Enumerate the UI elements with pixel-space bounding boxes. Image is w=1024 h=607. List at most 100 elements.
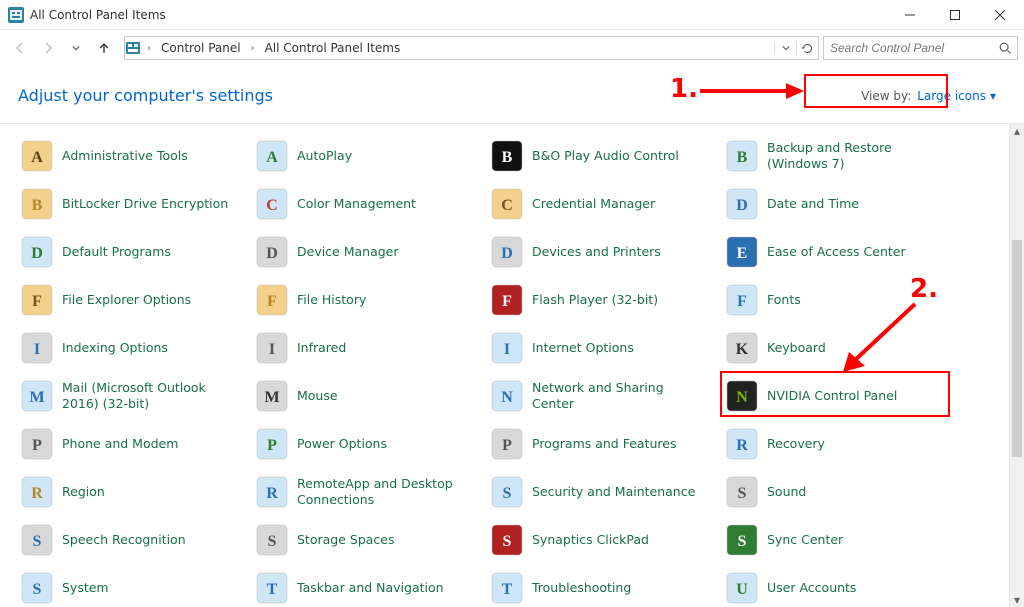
svg-text:S: S [738,485,747,502]
cpl-item-bo-play[interactable]: BB&O Play Audio Control [484,132,719,180]
file-history-icon: F [255,283,289,317]
cpl-item-indexing[interactable]: I Indexing Options [14,324,249,372]
cpl-item-file-explorer-opts[interactable]: FFile Explorer Options [14,276,249,324]
cpl-item-sound[interactable]: SSound [719,468,954,516]
cpl-item-synaptics[interactable]: SSynaptics ClickPad [484,516,719,564]
search-icon[interactable] [993,37,1017,59]
close-button[interactable] [977,0,1022,29]
cpl-item-system[interactable]: SSystem [14,564,249,607]
breadcrumb-segment-1[interactable]: All Control Panel Items [257,37,407,59]
refresh-button[interactable] [796,42,818,55]
view-by-value: Large icons [917,89,986,103]
programs-features-icon: P [490,427,524,461]
cpl-item-credential[interactable]: CCredential Manager [484,180,719,228]
svg-text:S: S [33,581,42,598]
cpl-item-bitlocker[interactable]: BBitLocker Drive Encryption [14,180,249,228]
svg-text:R: R [31,485,43,502]
svg-text:U: U [736,581,748,598]
cpl-item-power-options[interactable]: P Power Options [249,420,484,468]
control-panel-grid: AAdministrative ToolsAAutoPlayBB&O Play … [0,124,1024,607]
cpl-item-storage-spaces[interactable]: SStorage Spaces [249,516,484,564]
security-icon: S [490,475,524,509]
svg-text:C: C [266,197,278,214]
cpl-item-autoplay[interactable]: AAutoPlay [249,132,484,180]
cpl-item-label: Security and Maintenance [532,484,695,500]
up-button[interactable] [90,34,118,62]
cpl-item-date-time[interactable]: DDate and Time [719,180,954,228]
cpl-item-speech[interactable]: SSpeech Recognition [14,516,249,564]
search-box[interactable] [823,36,1018,60]
cpl-item-backup[interactable]: BBackup and Restore (Windows 7) [719,132,954,180]
control-panel-window: All Control Panel Items › Control Panel … [0,0,1024,607]
back-button[interactable] [6,34,34,62]
cpl-item-network[interactable]: NNetwork and Sharing Center [484,372,719,420]
cpl-item-sync-center[interactable]: S Sync Center [719,516,954,564]
cpl-item-recovery[interactable]: RRecovery [719,420,954,468]
recent-locations-button[interactable] [62,34,90,62]
search-input[interactable] [824,41,993,55]
maximize-button[interactable] [932,0,977,29]
scrollbar-thumb[interactable] [1012,240,1022,457]
cpl-item-troubleshoot[interactable]: T Troubleshooting [484,564,719,607]
svg-text:T: T [502,581,513,598]
sync-center-icon: S [725,523,759,557]
cpl-item-label: Region [62,484,105,500]
network-icon: N [490,379,524,413]
cpl-item-internet-options[interactable]: IInternet Options [484,324,719,372]
cpl-item-user-accounts[interactable]: UUser Accounts [719,564,954,607]
cpl-item-label: Sync Center [767,532,843,548]
cpl-item-default-programs[interactable]: DDefault Programs [14,228,249,276]
svg-text:D: D [266,245,278,262]
address-bar[interactable]: › Control Panel › All Control Panel Item… [124,36,819,60]
svg-text:B: B [32,197,43,214]
cpl-item-mail[interactable]: MMail (Microsoft Outlook 2016) (32-bit) [14,372,249,420]
cpl-item-devices-printers[interactable]: DDevices and Printers [484,228,719,276]
address-dropdown-button[interactable] [774,44,796,52]
cpl-item-taskbar[interactable]: TTaskbar and Navigation [249,564,484,607]
view-by-control[interactable]: View by: Large icons ▾ [849,85,1008,107]
cpl-item-label: Indexing Options [62,340,168,356]
autoplay-icon: A [255,139,289,173]
cpl-item-admin-tools[interactable]: AAdministrative Tools [14,132,249,180]
cpl-item-keyboard[interactable]: KKeyboard [719,324,954,372]
user-accounts-icon: U [725,571,759,605]
scroll-down-button[interactable]: ▾ [1010,593,1024,607]
nvidia-icon: N [725,379,759,413]
cpl-item-device-manager[interactable]: DDevice Manager [249,228,484,276]
svg-text:P: P [267,437,277,454]
minimize-button[interactable] [887,0,932,29]
cpl-item-color-mgmt[interactable]: CColor Management [249,180,484,228]
cpl-item-ease-access[interactable]: EEase of Access Center [719,228,954,276]
cpl-item-file-history[interactable]: F File History [249,276,484,324]
cpl-item-programs-features[interactable]: PPrograms and Features [484,420,719,468]
cpl-item-security[interactable]: S Security and Maintenance [484,468,719,516]
cpl-item-label: Phone and Modem [62,436,178,452]
cpl-item-remoteapp[interactable]: RRemoteApp and Desktop Connections [249,468,484,516]
cpl-item-nvidia[interactable]: NNVIDIA Control Panel [719,372,954,420]
cpl-item-mouse[interactable]: MMouse [249,372,484,420]
scroll-up-button[interactable]: ▴ [1010,124,1024,138]
cpl-item-phone-modem[interactable]: PPhone and Modem [14,420,249,468]
cpl-item-label: Power Options [297,436,387,452]
ease-access-icon: E [725,235,759,269]
keyboard-icon: K [725,331,759,365]
forward-button[interactable] [34,34,62,62]
annotation-number-1: 1. [670,74,698,104]
cpl-item-label: Troubleshooting [532,580,631,596]
cpl-item-flash-player[interactable]: FFlash Player (32-bit) [484,276,719,324]
cpl-item-fonts[interactable]: FFonts [719,276,954,324]
cpl-item-infrared[interactable]: IInfrared [249,324,484,372]
svg-text:F: F [267,293,277,310]
cpl-item-region[interactable]: R Region [14,468,249,516]
taskbar-icon: T [255,571,289,605]
device-manager-icon: D [255,235,289,269]
fonts-icon: F [725,283,759,317]
svg-text:K: K [736,341,749,358]
system-icon: S [20,571,54,605]
svg-text:I: I [34,341,40,358]
breadcrumb-segment-0[interactable]: Control Panel [153,37,247,59]
recovery-icon: R [725,427,759,461]
default-programs-icon: D [20,235,54,269]
scrollbar[interactable]: ▴ ▾ [1009,124,1024,607]
cpl-item-label: File History [297,292,366,308]
